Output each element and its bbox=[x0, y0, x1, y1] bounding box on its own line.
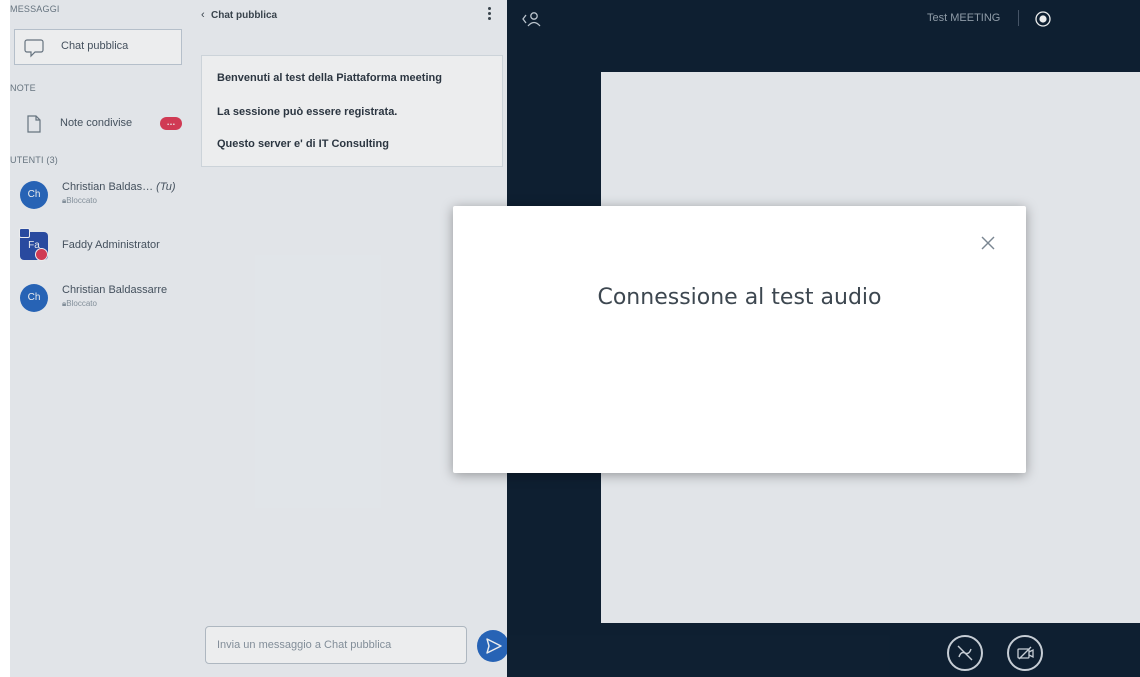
modal-title: Connessione al test audio bbox=[597, 285, 882, 310]
close-icon[interactable] bbox=[981, 236, 995, 250]
audio-modal: Connessione al test audio bbox=[453, 206, 1026, 473]
